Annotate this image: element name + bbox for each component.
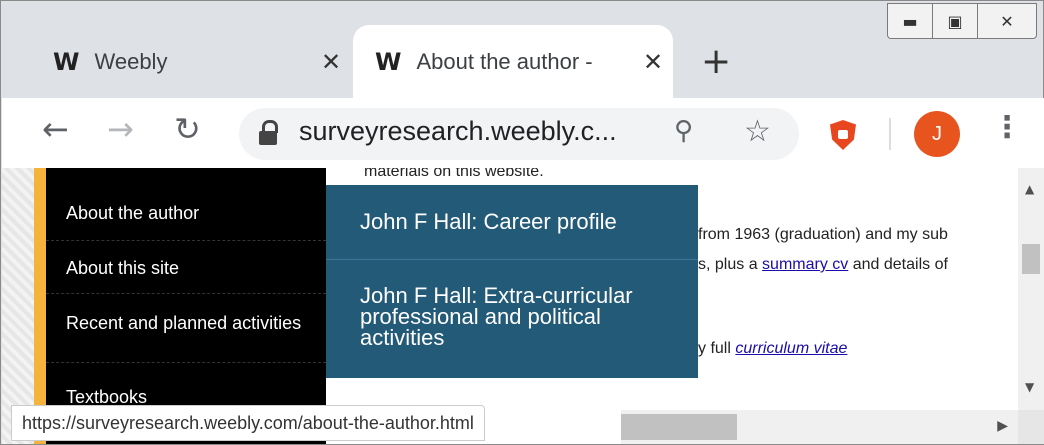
- reload-icon[interactable]: ↻: [174, 110, 201, 148]
- body-text-line2-post: and details of: [852, 256, 948, 273]
- body-text-line2: s, plus a summary cv and details of: [698, 256, 948, 274]
- tab-close-icon[interactable]: ✕: [633, 48, 673, 76]
- forward-icon[interactable]: →: [107, 110, 134, 148]
- toolbar-divider: [889, 118, 891, 150]
- nav-item-label[interactable]: About this site: [46, 242, 326, 294]
- horizontal-scroll-thumb[interactable]: [621, 414, 737, 440]
- scroll-up-icon[interactable]: ▲: [1025, 182, 1034, 196]
- url-text[interactable]: surveyresearch.weebly.c...: [299, 116, 617, 147]
- shield-extension-icon[interactable]: [830, 120, 856, 150]
- vertical-scroll-thumb[interactable]: [1022, 244, 1040, 274]
- new-tab-icon[interactable]: +: [701, 41, 731, 82]
- body-text-line3-pre: y full: [698, 340, 731, 357]
- weebly-logo-icon: W: [375, 48, 402, 76]
- address-bar[interactable]: surveyresearch.weebly.c... ⚲ ☆: [239, 108, 799, 160]
- nav-dropdown: John F Hall: Career profile John F Hall:…: [326, 185, 698, 378]
- tab-weebly[interactable]: W Weebly ✕: [31, 25, 351, 99]
- menu-icon[interactable]: ⋮: [992, 110, 1022, 145]
- page-content: materials on this website. About the aut…: [2, 168, 1018, 444]
- scroll-right-icon[interactable]: ▶: [997, 418, 1008, 434]
- dropdown-item-label[interactable]: John F Hall: Career profile: [360, 209, 617, 235]
- close-icon[interactable]: ✕: [978, 4, 1036, 38]
- dropdown-divider: [326, 259, 698, 260]
- body-text-line3: y full curriculum vitae: [698, 340, 847, 358]
- tab-close-icon[interactable]: ✕: [311, 48, 351, 76]
- horizontal-scrollbar[interactable]: ▶: [621, 410, 1018, 444]
- restore-icon[interactable]: ▣: [933, 4, 978, 38]
- profile-avatar[interactable]: J: [914, 111, 960, 157]
- bookmark-star-icon[interactable]: ☆: [744, 114, 771, 149]
- minimize-icon[interactable]: ▬: [888, 4, 933, 38]
- accent-bar: [34, 168, 46, 444]
- summary-cv-link[interactable]: summary cv: [762, 256, 848, 273]
- vertical-scrollbar[interactable]: ▲ ▼: [1018, 168, 1044, 444]
- scroll-down-icon[interactable]: ▼: [1025, 380, 1034, 394]
- lock-icon[interactable]: [259, 120, 278, 146]
- toolbar: ← → ↻ surveyresearch.weebly.c... ⚲ ☆ J ⋮: [2, 98, 1044, 168]
- weebly-logo-icon: W: [53, 48, 80, 76]
- nav-item-label[interactable]: About the author: [46, 186, 326, 241]
- tab-about-author[interactable]: W About the author - ✕: [353, 25, 673, 99]
- browser-window: ▬ ▣ ✕ W Weebly ✕ W About the author - ✕ …: [0, 0, 1044, 445]
- tab-title: Weebly: [94, 49, 168, 74]
- back-icon[interactable]: ←: [42, 110, 69, 148]
- site-navigation: About the author About this site Recent …: [46, 168, 326, 444]
- body-text-line1: from 1963 (graduation) and my sub: [698, 226, 948, 243]
- nav-item-label[interactable]: Recent and planned activities: [46, 295, 326, 363]
- window-controls: ▬ ▣ ✕: [887, 3, 1037, 39]
- body-text-line2-pre: s, plus a: [698, 256, 758, 273]
- zoom-icon[interactable]: ⚲: [674, 116, 693, 146]
- status-bar-url: https://surveyresearch.weebly.com/about-…: [11, 405, 485, 441]
- scrollbar-corner: [1018, 410, 1044, 444]
- tab-title: About the author -: [416, 49, 593, 74]
- dropdown-item-label[interactable]: John F Hall: Extra-curricular profession…: [360, 285, 680, 349]
- curriculum-vitae-link[interactable]: curriculum vitae: [735, 340, 847, 357]
- body-text-top: materials on this website.: [364, 168, 544, 180]
